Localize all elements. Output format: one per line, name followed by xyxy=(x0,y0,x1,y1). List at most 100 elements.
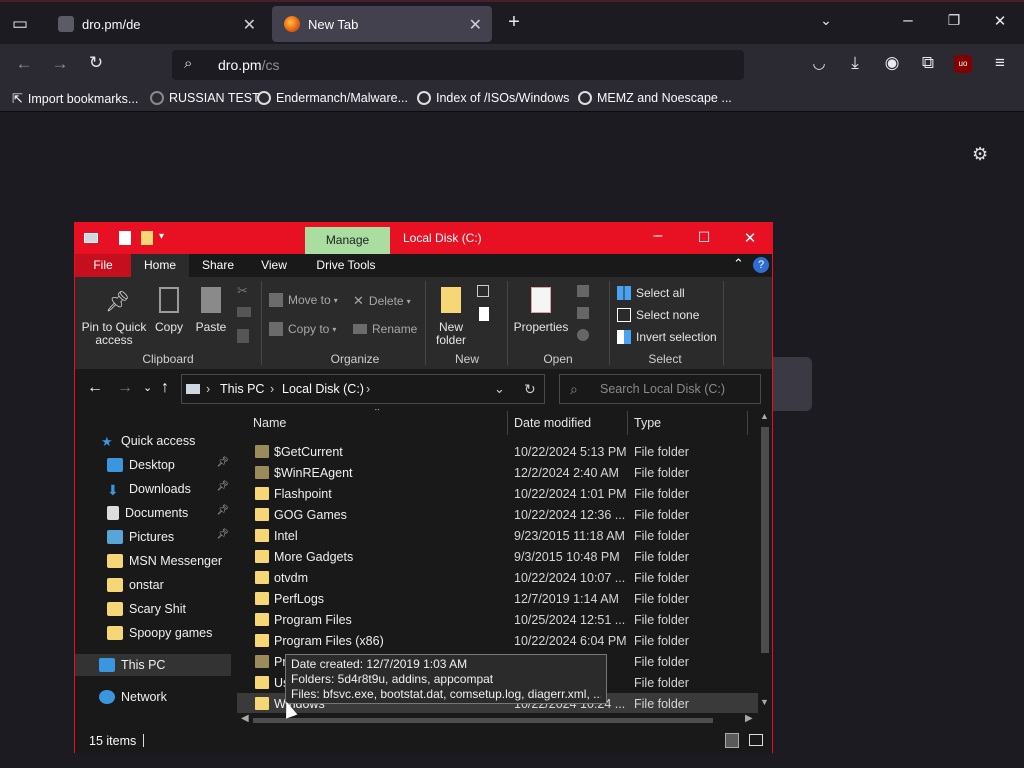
properties-button[interactable]: Properties xyxy=(511,321,571,334)
up-icon[interactable]: ↑ xyxy=(161,379,169,397)
tab-drive-tools[interactable]: Drive Tools xyxy=(309,254,383,277)
close-icon[interactable]: ✕ xyxy=(988,12,1012,30)
copy-to-button[interactable]: Copy to ▾ xyxy=(269,322,336,336)
table-row[interactable]: $GetCurrent 10/22/2024 5:13 PM File folder xyxy=(237,441,758,462)
address-bar[interactable]: › This PC › Local Disk (C:) › ⌄ ↻ xyxy=(181,374,545,404)
table-row[interactable]: GOG Games 10/22/2024 12:36 ... File folder xyxy=(237,504,758,525)
nav-documents[interactable]: Documents 📌︎ xyxy=(75,502,231,524)
bookmark-memz[interactable]: MEMZ and Noescape ... xyxy=(578,91,732,105)
new-tab-icon[interactable]: + xyxy=(502,11,526,34)
close-tab-icon[interactable]: ✕ xyxy=(243,15,256,35)
customize-qa-icon[interactable]: ▾ xyxy=(159,231,164,242)
table-row[interactable]: PerfLogs 12/7/2019 1:14 AM File folder xyxy=(237,588,758,609)
easy-access-icon[interactable] xyxy=(479,307,489,321)
move-to-button[interactable]: Move to ▾ xyxy=(269,293,338,307)
maximize-icon[interactable]: ☐ xyxy=(684,229,724,246)
open-icon[interactable] xyxy=(577,285,589,297)
table-row[interactable]: Intel 9/23/2015 11:18 AM File folder xyxy=(237,525,758,546)
nav-this-pc[interactable]: This PC xyxy=(75,654,231,676)
table-row[interactable]: $WinREAgent 12/2/2024 2:40 AM File folder xyxy=(237,462,758,483)
paste-shortcut-icon[interactable] xyxy=(237,329,249,343)
pin-button[interactable]: Pin to Quick access xyxy=(81,321,147,347)
minimize-icon[interactable]: – xyxy=(638,227,678,245)
restore-icon[interactable]: ❐ xyxy=(942,12,966,29)
close-icon[interactable]: ✕ xyxy=(730,229,770,247)
column-name[interactable]: Name xyxy=(253,409,507,437)
table-row[interactable]: Flashpoint 10/22/2024 1:01 PM File folder xyxy=(237,483,758,504)
paste-button[interactable]: Paste xyxy=(191,321,231,334)
invert-selection-button[interactable]: Invert selection xyxy=(617,330,717,344)
table-row[interactable]: Program Files (x86) 10/22/2024 6:04 PM Fil… xyxy=(237,630,758,651)
horizontal-scrollbar[interactable]: ◀ ▶ xyxy=(237,713,758,727)
new-folder-button[interactable]: New folder xyxy=(427,321,475,347)
table-row[interactable]: Program Files 10/25/2024 12:51 ... File fo… xyxy=(237,609,758,630)
column-type[interactable]: Type xyxy=(634,409,744,437)
tab-file[interactable]: File xyxy=(75,254,131,277)
search-box[interactable]: ⌕ Search Local Disk (C:) xyxy=(559,374,761,404)
bookmark-index-isos[interactable]: Index of /ISOs/Windows xyxy=(417,91,569,105)
scroll-up-icon[interactable]: ▲ xyxy=(760,411,769,421)
table-row[interactable]: More Gadgets 9/3/2015 10:48 PM File folder xyxy=(237,546,758,567)
tab-share[interactable]: Share xyxy=(193,254,243,277)
vertical-scrollbar[interactable]: ▲ ▼ xyxy=(758,409,772,713)
rename-button[interactable]: Rename xyxy=(353,322,417,336)
refresh-icon[interactable]: ↻ xyxy=(524,381,536,398)
bookmark-import[interactable]: ⇱ Import bookmarks... xyxy=(12,91,138,107)
copy-button[interactable]: Copy xyxy=(151,321,187,334)
tab-list-icon[interactable]: ▭ xyxy=(8,14,32,34)
nav-spoopy-games[interactable]: Spoopy games xyxy=(75,622,231,644)
manage-tab[interactable]: Manage xyxy=(305,227,390,254)
download-icon[interactable]: ⤓ xyxy=(843,53,867,73)
close-tab-icon[interactable]: ✕ xyxy=(469,15,482,35)
scroll-right-icon[interactable]: ▶ xyxy=(745,713,753,724)
select-all-button[interactable]: Select all xyxy=(617,286,685,300)
nav-pictures[interactable]: Pictures 📌︎ xyxy=(75,526,231,548)
nav-desktop[interactable]: Desktop 📌︎ xyxy=(75,454,231,476)
extensions-icon[interactable]: ⧉ xyxy=(916,53,940,73)
select-none-button[interactable]: Select none xyxy=(617,308,699,322)
bookmark-endermanch[interactable]: Endermanch/Malware... xyxy=(257,91,408,105)
history-icon[interactable] xyxy=(577,329,589,341)
back-icon[interactable]: ← xyxy=(12,54,36,74)
account-icon[interactable]: ◉ xyxy=(880,53,904,73)
table-row[interactable]: otvdm 10/22/2024 10:07 ... File folder xyxy=(237,567,758,588)
breadcrumb-this-pc[interactable]: This PC xyxy=(220,382,264,396)
nav-network[interactable]: Network xyxy=(75,686,231,708)
bookmark-russian-test[interactable]: RUSSIAN TEST xyxy=(150,91,260,105)
tab-dro-de[interactable]: dro.pm/de ✕ xyxy=(46,6,266,42)
ublock-icon[interactable]: uo xyxy=(954,55,972,73)
tab-home[interactable]: Home xyxy=(131,254,189,277)
cut-icon[interactable]: ✂ xyxy=(237,283,248,299)
edit-icon[interactable] xyxy=(577,307,589,319)
large-icons-view-icon[interactable] xyxy=(749,734,763,746)
chevron-down-icon[interactable]: ⌄ xyxy=(494,381,505,397)
tab-view[interactable]: View xyxy=(249,254,299,277)
url-bar[interactable]: ⌕ dro.pm/cs xyxy=(172,50,744,80)
back-icon[interactable]: ← xyxy=(87,379,103,397)
menu-icon[interactable]: ≡ xyxy=(988,53,1012,73)
copy-path-icon[interactable] xyxy=(237,307,251,317)
scroll-left-icon[interactable]: ◀ xyxy=(241,713,249,724)
forward-icon[interactable]: → xyxy=(117,379,133,397)
forward-icon[interactable]: → xyxy=(48,54,72,74)
gear-icon[interactable]: ⚙ xyxy=(972,144,988,165)
nav-msn-messenger[interactable]: MSN Messenger xyxy=(75,550,231,572)
help-icon[interactable]: ? xyxy=(753,257,769,273)
nav-quick-access[interactable]: ★ Quick access xyxy=(75,430,231,452)
recent-locations-icon[interactable]: ⌄ xyxy=(143,381,152,394)
delete-button[interactable]: ✕ Delete ▾ xyxy=(353,293,411,309)
nav-scary-shit[interactable]: Scary Shit xyxy=(75,598,231,620)
window-titlebar[interactable]: ▾ Manage Local Disk (C:) – ☐ ✕ xyxy=(75,223,772,254)
scrollbar-thumb[interactable] xyxy=(761,427,769,653)
properties-qa-icon[interactable] xyxy=(119,231,131,245)
scrollbar-thumb[interactable] xyxy=(253,718,713,723)
new-item-icon[interactable] xyxy=(477,285,489,297)
minimize-icon[interactable]: – xyxy=(896,10,920,30)
details-view-icon[interactable] xyxy=(725,733,739,748)
reload-icon[interactable]: ↻ xyxy=(84,53,108,73)
collapse-ribbon-icon[interactable]: ⌃ xyxy=(733,256,744,272)
nav-downloads[interactable]: ⬇ Downloads 📌︎ xyxy=(75,478,231,500)
pocket-icon[interactable]: ◡ xyxy=(807,54,831,72)
folder-qa-icon[interactable] xyxy=(141,231,153,245)
breadcrumb-local-disk[interactable]: Local Disk (C:) xyxy=(282,382,364,396)
